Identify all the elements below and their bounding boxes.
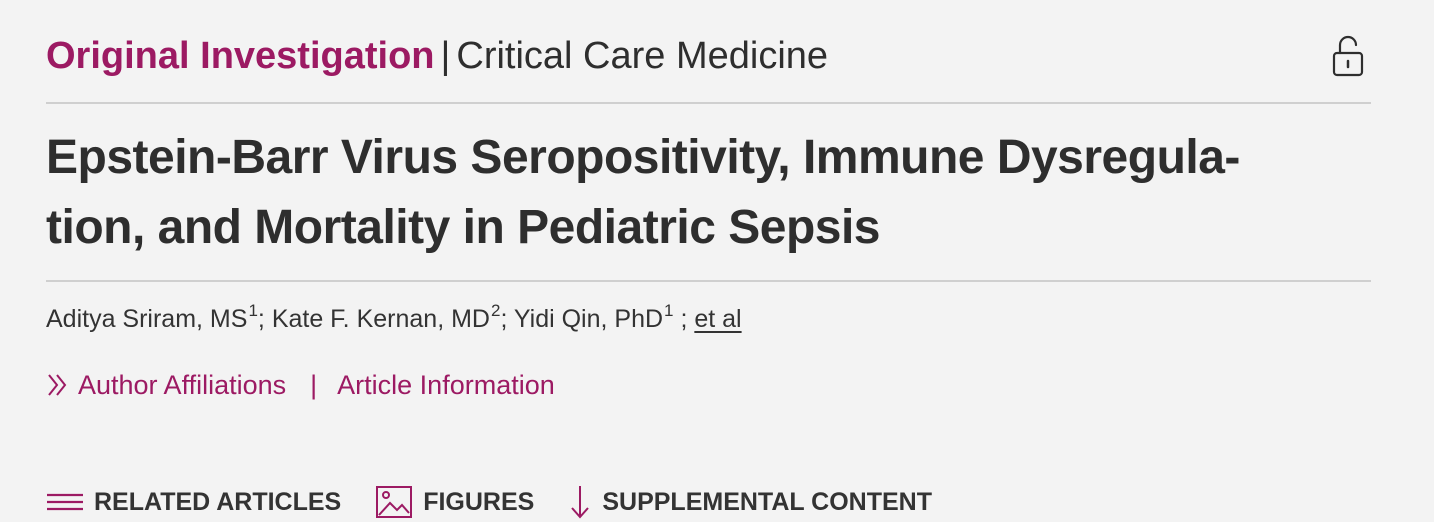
image-icon xyxy=(376,486,413,518)
author-separator: ; xyxy=(257,305,272,333)
hamburger-list-icon xyxy=(47,493,83,511)
article-title: Epstein-Barr Virus Seropositivity, Immun… xyxy=(46,123,1371,263)
article-information-link[interactable]: Article Information xyxy=(337,370,555,401)
et-al-link[interactable]: et al xyxy=(694,305,741,333)
figures-tab[interactable]: FIGURES xyxy=(375,485,534,519)
header-divider xyxy=(46,102,1371,104)
article-type[interactable]: Original Investigation xyxy=(46,35,435,77)
related-articles-tab[interactable]: RELATED ARTICLES xyxy=(46,488,341,517)
author-separator: ; xyxy=(673,305,695,333)
unlocked-padlock-icon[interactable] xyxy=(1331,35,1365,77)
double-chevron-right-icon xyxy=(48,374,67,396)
figures-label: FIGURES xyxy=(423,487,535,516)
author-affiliation-number: 1 xyxy=(664,300,674,320)
author-separator: ; xyxy=(500,305,514,333)
author-affiliations-label: Author Affiliations xyxy=(78,369,287,400)
article-title-line-2: tion, and Mortality in Pediatric Sepsis xyxy=(46,201,881,254)
supplemental-content-label: SUPPLEMENTAL CONTENT xyxy=(602,487,932,516)
author-name[interactable]: Yidi Qin, PhD xyxy=(514,305,663,333)
title-divider xyxy=(46,280,1371,282)
article-tools: RELATED ARTICLES FIGURES SUPPLEMENTAL CO… xyxy=(46,482,966,522)
author-name[interactable]: Kate F. Kernan, MD xyxy=(272,305,490,333)
related-articles-label: RELATED ARTICLES xyxy=(94,487,342,516)
section-heading: Original Investigation | Critical Care Med… xyxy=(46,37,828,75)
article-meta-links: Author Affiliations | Article Informatio… xyxy=(46,367,555,403)
author-name[interactable]: Aditya Sriram, MS xyxy=(46,305,247,333)
supplemental-content-tab[interactable]: SUPPLEMENTAL CONTENT xyxy=(568,482,932,522)
article-title-line-1: Epstein-Barr Virus Seropositivity, Immun… xyxy=(46,131,1240,184)
author-affiliations-link[interactable]: Author Affiliations xyxy=(46,370,286,401)
section-header: Original Investigation | Critical Care Med… xyxy=(46,28,1371,84)
author-affiliation-number: 2 xyxy=(490,300,501,320)
author-list: Aditya Sriram, MS1; Kate F. Kernan, MD2;… xyxy=(46,301,946,337)
author-affiliation-number: 1 xyxy=(248,300,258,320)
article-header: Original Investigation | Critical Care Med… xyxy=(46,0,1371,519)
download-arrow-icon xyxy=(571,486,590,519)
links-separator: | xyxy=(310,369,318,400)
specialty-link[interactable]: Critical Care Medicine xyxy=(456,35,828,77)
section-separator: | xyxy=(440,35,451,77)
